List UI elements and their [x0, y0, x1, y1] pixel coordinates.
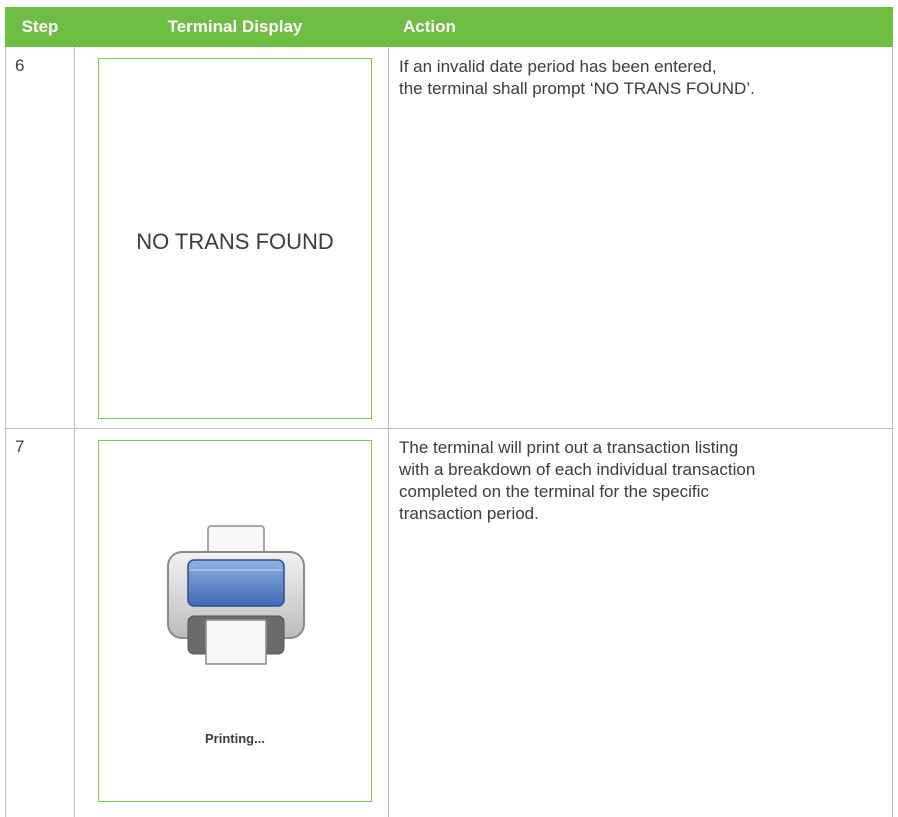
grid-line-display [388, 47, 389, 817]
action-line: The terminal will print out a transactio… [399, 438, 739, 457]
step-number: 7 [15, 437, 25, 456]
action-line: completed on the terminal for the specif… [399, 482, 709, 501]
table-header: Step Terminal Display Action [5, 7, 893, 47]
action-line: with a breakdown of each individual tran… [399, 460, 756, 479]
terminal-display-text: NO TRANS FOUND [136, 229, 334, 254]
header-terminal-display: Terminal Display [167, 17, 303, 36]
grid-line-right [892, 47, 893, 817]
printer-icon [167, 525, 305, 665]
action-line: If an invalid date period has been enter… [399, 57, 717, 76]
grid-line-left [5, 47, 6, 817]
grid-line-step [74, 47, 75, 817]
printing-status-text: Printing... [205, 731, 265, 746]
action-text: The terminal will print out a transactio… [399, 437, 755, 525]
terminal-display: Printing... [98, 440, 372, 802]
header-action: Action [403, 17, 456, 36]
action-line: transaction period. [399, 504, 539, 523]
step-number: 6 [15, 56, 25, 75]
action-text: If an invalid date period has been enter… [399, 56, 755, 100]
terminal-display: NO TRANS FOUND [98, 58, 372, 419]
header-step: Step [21, 17, 59, 36]
action-line: the terminal shall prompt ‘NO TRANS FOUN… [399, 79, 755, 98]
row-divider [5, 428, 893, 429]
instruction-table: Step Terminal Display Action 6 NO TRANS … [5, 7, 893, 817]
